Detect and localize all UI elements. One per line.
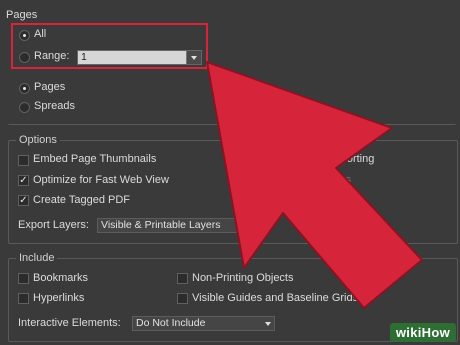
red-arrow-shape	[206, 61, 423, 309]
wikihow-watermark: wikiHow	[389, 323, 456, 342]
red-arrow-icon	[206, 61, 423, 309]
